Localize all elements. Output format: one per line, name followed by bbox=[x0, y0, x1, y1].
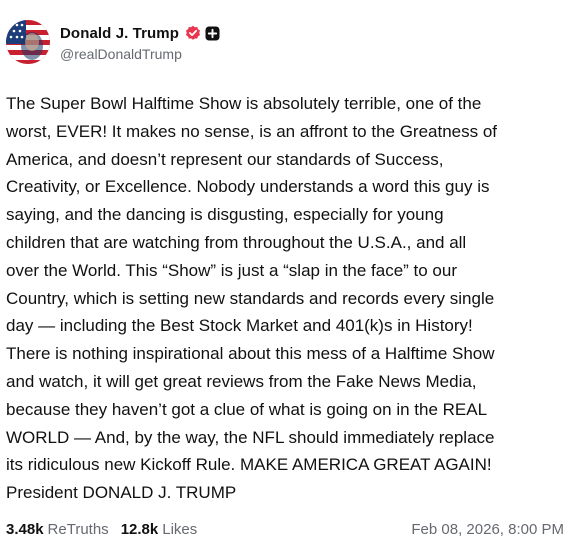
post-timestamp[interactable]: Feb 08, 2026, 8:00 PM bbox=[411, 521, 564, 538]
post-body-line: saying, and the dancing is disgusting, e… bbox=[6, 205, 444, 225]
retruths-stat[interactable]: 3.48k ReTruths bbox=[6, 521, 109, 538]
likes-count: 12.8k bbox=[120, 520, 159, 538]
post-header: Donald J. Trump @realDonaldTrump bbox=[6, 18, 220, 66]
plus-badge-icon bbox=[205, 26, 220, 41]
post-body-line: America, and doesn’t represent our stand… bbox=[6, 149, 444, 169]
post-body-line: The Super Bowl Halftime Show is absolute… bbox=[6, 94, 482, 113]
retruths-count: 3.48k bbox=[6, 520, 44, 538]
post-body-line: over the World. This “Show” is just a “s… bbox=[6, 260, 458, 280]
verified-check-icon bbox=[185, 25, 201, 41]
author-info: Donald J. Trump @realDonaldTrump bbox=[60, 22, 220, 62]
post-body-line: its ridiculous new Kickoff Rule. MAKE AM… bbox=[6, 455, 492, 475]
post-body-line: worst, EVER! It makes no sense, is an af… bbox=[6, 121, 498, 141]
author-display-name[interactable]: Donald J. Trump bbox=[60, 25, 179, 42]
post-body-line: and watch, it will get great reviews fro… bbox=[6, 371, 477, 391]
post-body-line: Country, which is setting new standards … bbox=[6, 288, 495, 308]
author-handle[interactable]: @realDonaldTrump bbox=[60, 46, 220, 62]
post-body-line: children that are watching from througho… bbox=[6, 232, 467, 252]
post-body-line: because they haven’t got a clue of what … bbox=[6, 399, 488, 419]
avatar-image bbox=[6, 20, 50, 64]
post-footer: 3.48k ReTruths 12.8k Likes Feb 08, 2026,… bbox=[6, 519, 564, 539]
author-name-row: Donald J. Trump bbox=[60, 22, 220, 44]
post-body-line: There is nothing inspirational about thi… bbox=[6, 344, 495, 364]
avatar[interactable] bbox=[6, 20, 50, 64]
post-body-line: day — including the Best Stock Market an… bbox=[6, 316, 473, 336]
retruths-label: ReTruths bbox=[47, 520, 109, 538]
likes-label: Likes bbox=[162, 520, 198, 538]
truth-post: Donald J. Trump @realDonaldTrump The Sup… bbox=[0, 0, 575, 546]
post-body: The Super Bowl Halftime Show is absolute… bbox=[6, 90, 566, 507]
likes-stat[interactable]: 12.8k Likes bbox=[121, 521, 198, 538]
post-body-line: Creativity, or Excellence. Nobody unders… bbox=[6, 177, 490, 197]
post-body-line: President DONALD J. TRUMP bbox=[6, 483, 237, 503]
post-body-line: WORLD — And, by the way, the NFL should … bbox=[6, 427, 495, 447]
